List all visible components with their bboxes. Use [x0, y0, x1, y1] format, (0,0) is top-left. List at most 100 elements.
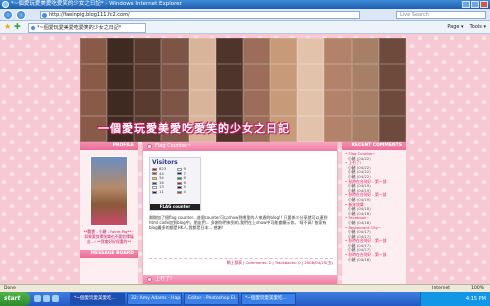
profile-photo	[90, 156, 128, 226]
country-flag-icon	[176, 176, 182, 180]
visitor-row: 4	[176, 188, 199, 195]
post-bullet-icon	[147, 277, 152, 282]
collage-photo	[242, 90, 271, 116]
collage-photo	[324, 90, 352, 116]
next-post-header: 上冇了!	[143, 275, 337, 284]
taskbar-button[interactable]: 32: Amy Adams - Hap...	[127, 293, 182, 305]
blog-header: 一個愛玩愛美愛吃愛笑的少女之日記	[80, 38, 406, 142]
country-flag-icon	[176, 186, 182, 190]
comment-author: 小豬 (04/16)	[348, 256, 371, 262]
post-title[interactable]: Flag Counter~	[155, 143, 191, 149]
profile-heading: PROFILE	[80, 142, 138, 150]
ie-logo-icon	[2, 1, 9, 8]
tab-label: *~個愛玩愛美愛吃愛笑的少女之日記*	[37, 25, 122, 31]
collage-photo	[242, 64, 271, 90]
collage-photo	[351, 90, 379, 116]
collage-photo	[242, 38, 271, 64]
taskbar-button[interactable]: *~個愛玩愛美愛吃...	[70, 293, 125, 305]
country-flag-icon	[176, 190, 182, 194]
tab-page-icon	[31, 26, 35, 30]
country-flag-icon	[152, 176, 157, 180]
collage-photo	[161, 38, 189, 64]
collage-photo	[215, 64, 243, 90]
collage-photo	[215, 90, 243, 116]
flag-counter-widget[interactable]: Visitors 823 9 44 7 34 6 16 6 13 5 11 4 FLAG counte…	[149, 157, 201, 211]
quick-launch-icon[interactable]	[43, 295, 50, 302]
quick-launch-icon[interactable]	[34, 295, 41, 302]
country-flag-icon	[152, 186, 157, 190]
collage-photo	[161, 64, 189, 90]
url-field[interactable]: http://faeinpig.blog111.fc2.com/	[40, 11, 360, 19]
start-button[interactable]: start	[0, 292, 30, 306]
collage-photo	[378, 116, 406, 142]
security-zone: Internet	[432, 286, 450, 291]
taskbar-button[interactable]: *~個愛玩愛美愛吃...	[241, 293, 296, 305]
clock: 4:15 PM	[465, 296, 486, 302]
collage-photo	[134, 64, 162, 90]
window-controls	[462, 1, 488, 8]
recent-comments-sidebar: RECENT COMMENTS • Flag Counter~ 小豬 (04/22…	[342, 142, 406, 284]
message-board-heading: MESSAGE BOARD	[80, 250, 138, 258]
visitor-count: 4	[183, 188, 186, 194]
visitor-count: 11	[159, 188, 164, 194]
minimize-button[interactable]	[462, 1, 470, 8]
add-favorite-icon[interactable]: ✚	[14, 22, 21, 31]
zoom-level[interactable]: 100%	[471, 285, 484, 292]
maximize-button[interactable]	[471, 1, 479, 8]
taskbar-buttons: *~個愛玩愛美愛吃... 32: Amy Adams - Hap... Editor…	[70, 293, 296, 305]
collage-photo	[297, 90, 325, 116]
blog-post: Flag Counter~ Visitors 823 9 44 7 34 6 16 6 13 5 1…	[142, 142, 338, 284]
recent-comments-list: • Flag Counter~ 小豬 (04/22) • 上冇了! 小豬 (04/22…	[342, 150, 406, 264]
collage-photo	[351, 38, 379, 64]
favorites-star-icon[interactable]: ★	[4, 22, 11, 31]
visitor-rows: 823 9 44 7 34 6 16 6 13 5 11 4	[150, 166, 200, 195]
quick-launch-icon[interactable]	[52, 295, 59, 302]
collage-photo	[297, 64, 325, 90]
collage-photo	[270, 38, 298, 64]
collage-photo	[270, 64, 298, 90]
country-flag-icon	[176, 172, 182, 176]
page-content: 一個愛玩愛美愛吃愛笑的少女之日記 PROFILE **飄雲 - 小豬 - Fai…	[0, 34, 490, 284]
country-flag-icon	[152, 172, 157, 176]
country-flag-icon	[176, 181, 182, 185]
window-titlebar: *~個愛玩愛美愛吃愛笑的少女之日記* - Windows Internet Ex…	[0, 0, 490, 9]
search-input[interactable]: Live Search	[396, 11, 486, 19]
status-text: Done	[4, 286, 16, 291]
back-arrow-icon[interactable]	[3, 10, 13, 20]
post-meta[interactable]: 網上發表 | Comments: 2 | Trackbacks: 0 | 200…	[149, 258, 333, 266]
search-placeholder: Live Search	[400, 12, 429, 18]
collage-photo	[270, 90, 298, 116]
collage-photo	[107, 64, 135, 90]
collage-photo	[324, 38, 352, 64]
close-button[interactable]	[480, 1, 488, 8]
collage-photo	[188, 64, 216, 90]
comment-item[interactable]: • 秋時在台灣好 - 第一部 小豬 (04/16)	[345, 252, 403, 262]
collage-photo	[215, 38, 243, 64]
collage-photo	[134, 90, 162, 116]
favorites-bar: ★ ✚ *~個愛玩愛美愛吃愛笑的少女之日記* Page ▾ Tools ▾	[0, 21, 490, 34]
collage-photo	[80, 90, 108, 116]
post-header: Flag Counter~	[143, 142, 337, 151]
collage-photo	[80, 64, 108, 90]
country-flag-icon	[176, 167, 182, 171]
browser-tab[interactable]: *~個愛玩愛美愛吃愛笑的少女之日記*	[28, 23, 146, 33]
taskbar-button[interactable]: Editor - Photoshop El...	[184, 293, 239, 305]
next-post-title[interactable]: 上冇了!	[155, 276, 172, 282]
profile-sidebar: PROFILE **飄雲 - 小豬 - Fairie-Pig**~ 如果要剪擇快…	[80, 142, 138, 284]
collage-photo	[297, 38, 325, 64]
flag-counter-footer: FLAG counter	[150, 204, 200, 210]
recent-comments-heading: RECENT COMMENTS	[342, 142, 406, 150]
taskbar: start *~個愛玩愛美愛吃... 32: Amy Adams - Hap...…	[0, 292, 490, 306]
tools-menu[interactable]: Tools ▾	[470, 23, 486, 32]
collage-photo	[324, 64, 352, 90]
status-bar: Done Internet 100%	[0, 284, 490, 292]
country-flag-icon	[152, 181, 157, 185]
page-menu[interactable]: Page ▾	[447, 23, 463, 32]
forward-arrow-icon[interactable]	[16, 10, 26, 20]
country-flag-icon	[152, 190, 157, 194]
blog-title: 一個愛玩愛美愛吃愛笑的少女之日記	[98, 122, 290, 135]
collage-photo	[188, 90, 216, 116]
collage-photo	[107, 90, 135, 116]
visitor-row: 11	[152, 188, 174, 195]
page-icon	[42, 13, 47, 18]
